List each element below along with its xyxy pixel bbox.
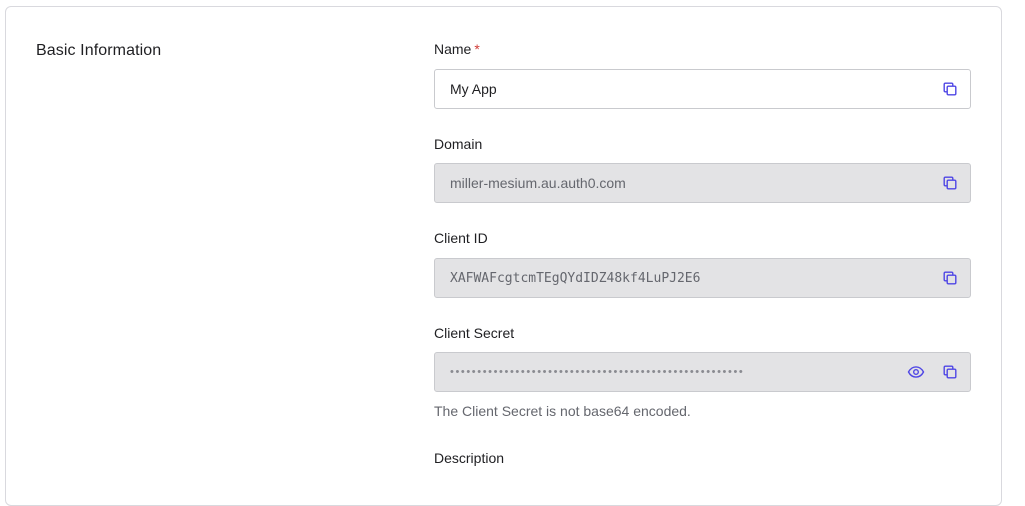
name-field[interactable]: My App (434, 69, 971, 109)
domain-value: miller-mesium.au.auth0.com (450, 175, 626, 191)
client-secret-hint: The Client Secret is not base64 encoded. (434, 403, 691, 419)
eye-icon[interactable] (906, 362, 926, 382)
copy-icon[interactable] (940, 173, 960, 193)
section-title: Basic Information (36, 42, 162, 59)
name-input[interactable]: My App (435, 81, 940, 97)
client-id-value: XAFWAFcgtcmTEgQYdIDZ48kf4LuPJ2E6 (450, 270, 701, 286)
client-secret-field[interactable]: ••••••••••••••••••••••••••••••••••••••••… (434, 352, 971, 392)
required-marker: * (474, 41, 480, 57)
name-label: Name * (434, 41, 480, 57)
description-label: Description (434, 450, 505, 466)
client-secret-label: Client Secret (434, 325, 515, 341)
client-secret-value: ••••••••••••••••••••••••••••••••••••••••… (450, 366, 745, 378)
copy-icon[interactable] (940, 79, 960, 99)
client-id-field[interactable]: XAFWAFcgtcmTEgQYdIDZ48kf4LuPJ2E6 (434, 258, 971, 298)
name-label-text: Name (434, 41, 472, 57)
client-id-label: Client ID (434, 230, 488, 246)
domain-label: Domain (434, 136, 483, 152)
domain-field[interactable]: miller-mesium.au.auth0.com (434, 163, 971, 203)
copy-icon[interactable] (940, 268, 960, 288)
copy-icon[interactable] (940, 362, 960, 382)
